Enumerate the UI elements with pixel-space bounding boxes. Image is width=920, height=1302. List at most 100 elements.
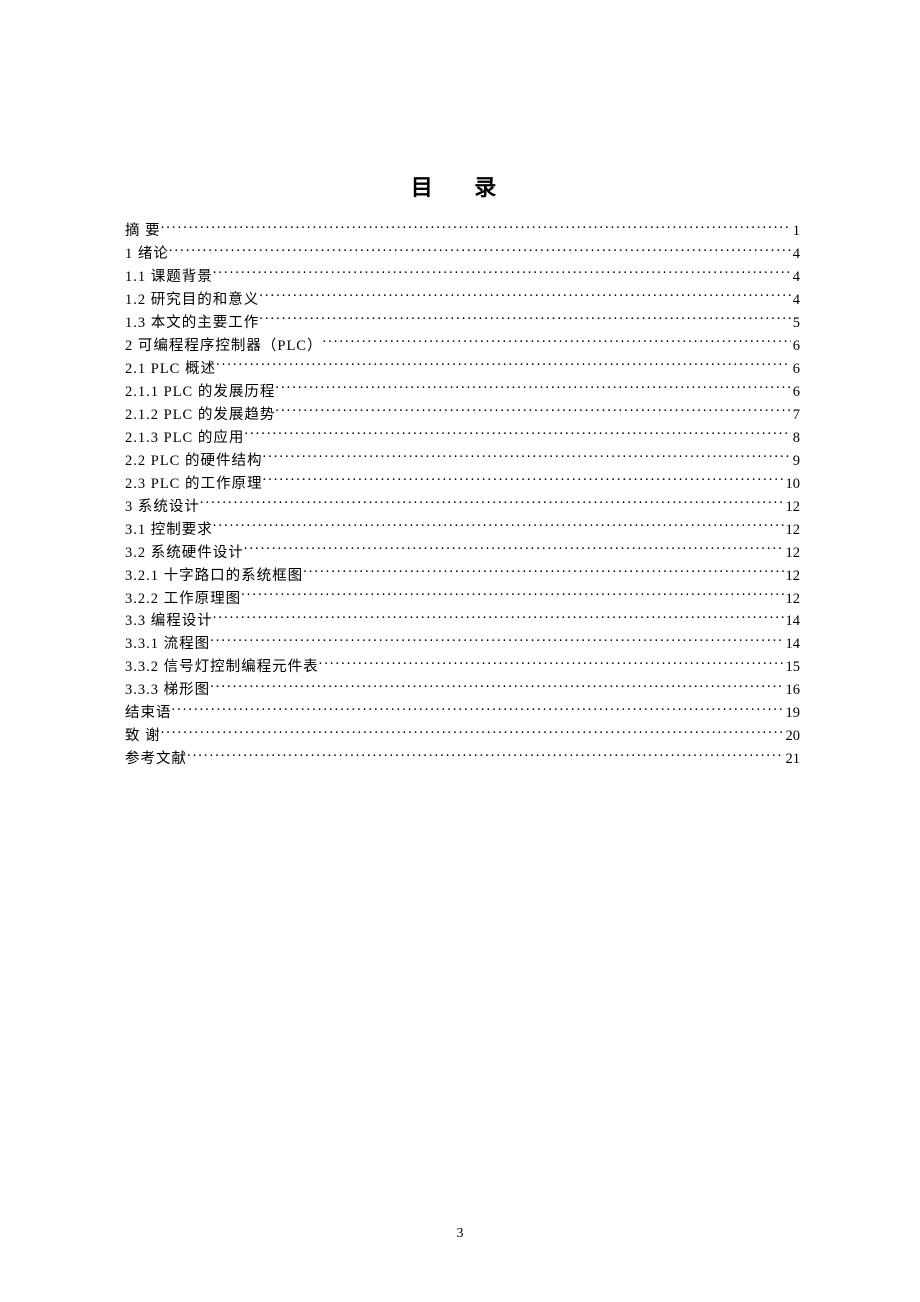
toc-row: 2.2 PLC 的硬件结构 9 [125, 450, 800, 472]
toc-entry-label: 3.3.3 梯形图 [125, 679, 210, 701]
toc-entry-page: 6 [791, 381, 800, 403]
toc-entry-page: 14 [784, 610, 801, 632]
toc-entry-page: 7 [791, 404, 800, 426]
toc-entry-page: 16 [784, 679, 801, 701]
toc-row: 2.1.1 PLC 的发展历程 6 [125, 381, 800, 403]
toc-entry-label: 3.3.1 流程图 [125, 633, 210, 655]
toc-row: 3.3 编程设计 14 [125, 610, 800, 632]
toc-entry-label: 2.3 PLC 的工作原理 [125, 473, 262, 495]
toc-row: 结束语 19 [125, 702, 800, 724]
toc-row: 3.3.3 梯形图 16 [125, 679, 800, 701]
toc-row: 摘 要 1 [125, 220, 800, 242]
toc-leader-dots [213, 519, 784, 534]
toc-leader-dots [216, 358, 791, 373]
toc-entry-label: 2.1.3 PLC 的应用 [125, 427, 244, 449]
toc-row: 2.1 PLC 概述 6 [125, 358, 800, 380]
toc-row: 2.1.3 PLC 的应用 8 [125, 427, 800, 449]
toc-row: 参考文献 21 [125, 748, 800, 770]
toc-leader-dots [213, 266, 791, 281]
toc-leader-dots [275, 404, 790, 419]
toc-row: 2 可编程程序控制器（PLC） 6 [125, 335, 800, 357]
toc-entry-label: 3 系统设计 [125, 496, 200, 518]
toc-row: 1.2 研究目的和意义 4 [125, 289, 800, 311]
toc-entry-label: 3.2.1 十字路口的系统框图 [125, 565, 303, 587]
toc-leader-dots [262, 450, 790, 465]
toc-leader-dots [259, 312, 791, 327]
toc-entry-label: 3.1 控制要求 [125, 519, 213, 541]
table-of-contents: 摘 要 11 绪论 41.1 课题背景 41.2 研究目的和意义 41.3 本文… [125, 220, 800, 771]
page-number: 3 [0, 1226, 920, 1242]
toc-leader-dots [210, 634, 783, 649]
toc-entry-page: 12 [784, 519, 801, 541]
toc-leader-dots [187, 749, 784, 764]
toc-entry-page: 4 [791, 243, 800, 265]
toc-entry-page: 14 [784, 633, 801, 655]
toc-row: 1.3 本文的主要工作 5 [125, 312, 800, 334]
toc-entry-page: 12 [784, 588, 801, 610]
toc-row: 1 绪论 4 [125, 243, 800, 265]
toc-entry-label: 2.1.2 PLC 的发展趋势 [125, 404, 275, 426]
toc-entry-page: 9 [791, 450, 800, 472]
toc-leader-dots [262, 473, 783, 488]
toc-entry-page: 20 [784, 725, 801, 747]
toc-entry-label: 3.3.2 信号灯控制编程元件表 [125, 656, 319, 678]
toc-leader-dots [161, 726, 784, 741]
toc-leader-dots [172, 703, 784, 718]
toc-leader-dots [241, 588, 783, 603]
toc-leader-dots [303, 565, 783, 580]
toc-row: 致 谢 20 [125, 725, 800, 747]
toc-row: 3.3.2 信号灯控制编程元件表 15 [125, 656, 800, 678]
toc-entry-page: 8 [791, 427, 800, 449]
toc-entry-page: 6 [791, 358, 800, 380]
toc-entry-page: 10 [784, 473, 801, 495]
toc-entry-page: 1 [791, 220, 800, 242]
toc-leader-dots [244, 427, 790, 442]
toc-row: 2.3 PLC 的工作原理 10 [125, 473, 800, 495]
document-page: 目 录 摘 要 11 绪论 41.1 课题背景 41.2 研究目的和意义 41.… [0, 0, 920, 771]
toc-entry-label: 参考文献 [125, 748, 187, 770]
toc-row: 3.2 系统硬件设计 12 [125, 542, 800, 564]
toc-entry-label: 1.1 课题背景 [125, 266, 213, 288]
toc-entry-label: 3.3 编程设计 [125, 610, 213, 632]
toc-entry-label: 2.1 PLC 概述 [125, 358, 216, 380]
toc-entry-label: 致 谢 [125, 725, 161, 747]
toc-entry-page: 19 [784, 702, 801, 724]
toc-leader-dots [161, 221, 791, 236]
toc-leader-dots [244, 542, 784, 557]
toc-entry-page: 12 [784, 542, 801, 564]
toc-leader-dots [319, 657, 784, 672]
toc-entry-label: 1.2 研究目的和意义 [125, 289, 259, 311]
toc-entry-page: 21 [784, 748, 801, 770]
toc-entry-label: 2.2 PLC 的硬件结构 [125, 450, 262, 472]
toc-entry-page: 12 [784, 565, 801, 587]
toc-entry-label: 2 可编程程序控制器（PLC） [125, 335, 322, 357]
toc-entry-label: 3.2.2 工作原理图 [125, 588, 241, 610]
toc-leader-dots [200, 496, 784, 511]
toc-row: 3.3.1 流程图 14 [125, 633, 800, 655]
toc-entry-label: 结束语 [125, 702, 172, 724]
toc-leader-dots [210, 680, 783, 695]
toc-row: 3.2.1 十字路口的系统框图 12 [125, 565, 800, 587]
toc-entry-page: 4 [791, 266, 800, 288]
toc-entry-label: 1 绪论 [125, 243, 169, 265]
toc-entry-label: 3.2 系统硬件设计 [125, 542, 244, 564]
toc-row: 1.1 课题背景 4 [125, 266, 800, 288]
toc-entry-label: 2.1.1 PLC 的发展历程 [125, 381, 275, 403]
toc-entry-page: 5 [791, 312, 800, 334]
toc-row: 3.2.2 工作原理图 12 [125, 588, 800, 610]
toc-leader-dots [169, 243, 791, 258]
toc-entry-page: 4 [791, 289, 800, 311]
toc-leader-dots [322, 335, 790, 350]
toc-entry-page: 12 [784, 496, 801, 518]
toc-leader-dots [259, 289, 791, 304]
toc-leader-dots [275, 381, 790, 396]
toc-entry-page: 15 [784, 656, 801, 678]
toc-leader-dots [213, 611, 784, 626]
toc-entry-label: 1.3 本文的主要工作 [125, 312, 259, 334]
toc-title: 目 录 [125, 170, 800, 202]
toc-row: 3 系统设计 12 [125, 496, 800, 518]
toc-entry-label: 摘 要 [125, 220, 161, 242]
toc-row: 2.1.2 PLC 的发展趋势 7 [125, 404, 800, 426]
toc-row: 3.1 控制要求 12 [125, 519, 800, 541]
toc-entry-page: 6 [791, 335, 800, 357]
